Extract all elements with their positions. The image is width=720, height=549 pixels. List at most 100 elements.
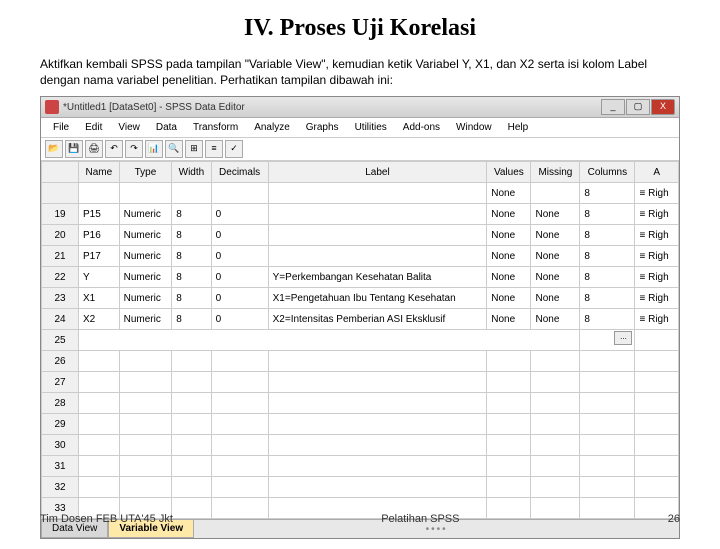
open-icon[interactable]: 📂 [45,140,63,158]
cell-values[interactable]: None [487,288,531,309]
cell-missing[interactable]: None [531,204,580,225]
col-header[interactable]: Columns [580,162,635,183]
cell-name[interactable] [79,183,120,204]
cell-missing[interactable]: None [531,288,580,309]
menu-file[interactable]: File [45,120,77,135]
cell-align[interactable]: ≡ Righ [635,246,679,267]
cell-type[interactable]: Numeric [119,267,172,288]
cell-columns[interactable]: 8 [580,288,635,309]
row-number[interactable]: 23 [42,288,79,309]
selected-cell[interactable]: ... [580,330,635,351]
cell-label[interactable] [268,204,487,225]
row-number[interactable]: 20 [42,225,79,246]
cell-label[interactable] [268,246,487,267]
cell-columns[interactable]: 8 [580,225,635,246]
cell-label[interactable] [268,183,487,204]
cell-columns[interactable]: 8 [580,204,635,225]
col-header[interactable]: Width [172,162,211,183]
tool-icon[interactable]: ⊞ [185,140,203,158]
col-header[interactable]: Label [268,162,487,183]
minimize-button[interactable]: _ [601,99,625,115]
row-number[interactable]: 30 [42,435,79,456]
cell-name[interactable]: P16 [79,225,120,246]
cell-label[interactable]: X2=Intensitas Pemberian ASI Eksklusif [268,309,487,330]
cell-columns[interactable]: 8 [580,183,635,204]
cell-values[interactable]: None [487,183,531,204]
menu-addons[interactable]: Add-ons [395,120,448,135]
cell-align[interactable]: ≡ Righ [635,288,679,309]
menu-view[interactable]: View [110,120,148,135]
row-number[interactable]: 19 [42,204,79,225]
row-number[interactable]: 28 [42,393,79,414]
cell-decimals[interactable]: 0 [211,288,268,309]
row-number[interactable]: 31 [42,456,79,477]
cell-align[interactable]: ≡ Righ [635,267,679,288]
row-number[interactable]: 26 [42,351,79,372]
close-button[interactable]: X [651,99,675,115]
tool-icon[interactable]: ✓ [225,140,243,158]
cell-width[interactable]: 8 [172,267,211,288]
tool-icon[interactable]: ≡ [205,140,223,158]
cell-type[interactable]: Numeric [119,288,172,309]
menu-utilities[interactable]: Utilities [347,120,395,135]
cell-name[interactable]: X1 [79,288,120,309]
cell-missing[interactable]: None [531,225,580,246]
row-number[interactable]: 29 [42,414,79,435]
cell-columns[interactable]: 8 [580,246,635,267]
menu-window[interactable]: Window [448,120,500,135]
cell-type[interactable]: Numeric [119,246,172,267]
col-header[interactable] [42,162,79,183]
find-icon[interactable]: 🔍 [165,140,183,158]
cell-values[interactable]: None [487,204,531,225]
cell-type[interactable]: Numeric [119,225,172,246]
chart-icon[interactable]: 📊 [145,140,163,158]
col-header[interactable]: Values [487,162,531,183]
cell-decimals[interactable]: 0 [211,204,268,225]
cell-width[interactable]: 8 [172,309,211,330]
menu-analyze[interactable]: Analyze [246,120,298,135]
row-number[interactable]: 27 [42,372,79,393]
cell-width[interactable]: 8 [172,225,211,246]
cell-decimals[interactable]: 0 [211,225,268,246]
cell-width[interactable]: 8 [172,288,211,309]
cell-values[interactable]: None [487,267,531,288]
cell-type[interactable]: Numeric [119,309,172,330]
row-number[interactable]: 32 [42,477,79,498]
menu-edit[interactable]: Edit [77,120,110,135]
cell-decimals[interactable]: 0 [211,309,268,330]
cell-name[interactable]: P17 [79,246,120,267]
cell-width[interactable]: 8 [172,204,211,225]
cell-missing[interactable]: None [531,267,580,288]
cell-decimals[interactable] [211,183,268,204]
cell-label[interactable] [268,225,487,246]
cell-width[interactable] [172,183,211,204]
cell-values[interactable]: None [487,246,531,267]
cell-align[interactable]: ≡ Righ [635,309,679,330]
cell-missing[interactable] [531,183,580,204]
cell-label[interactable]: Y=Perkembangan Kesehatan Balita [268,267,487,288]
menu-graphs[interactable]: Graphs [298,120,347,135]
col-header[interactable]: Decimals [211,162,268,183]
cell-name[interactable]: P15 [79,204,120,225]
cell-label[interactable]: X1=Pengetahuan Ibu Tentang Kesehatan [268,288,487,309]
cell-missing[interactable]: None [531,246,580,267]
cell-name[interactable]: Y [79,267,120,288]
cell-width[interactable]: 8 [172,246,211,267]
row-number[interactable]: 24 [42,309,79,330]
cell-decimals[interactable]: 0 [211,267,268,288]
row-number[interactable]: 21 [42,246,79,267]
menu-help[interactable]: Help [500,120,537,135]
col-header[interactable]: A [635,162,679,183]
menu-transform[interactable]: Transform [185,120,246,135]
cell-missing[interactable]: None [531,309,580,330]
maximize-button[interactable]: ▢ [626,99,650,115]
cell-values[interactable]: None [487,309,531,330]
row-number[interactable]: 22 [42,267,79,288]
save-icon[interactable]: 💾 [65,140,83,158]
col-header[interactable]: Type [119,162,172,183]
cell-align[interactable]: ≡ Righ [635,183,679,204]
cell-decimals[interactable]: 0 [211,246,268,267]
cell-values[interactable]: None [487,225,531,246]
cell-type[interactable] [119,183,172,204]
cell-align[interactable]: ≡ Righ [635,204,679,225]
